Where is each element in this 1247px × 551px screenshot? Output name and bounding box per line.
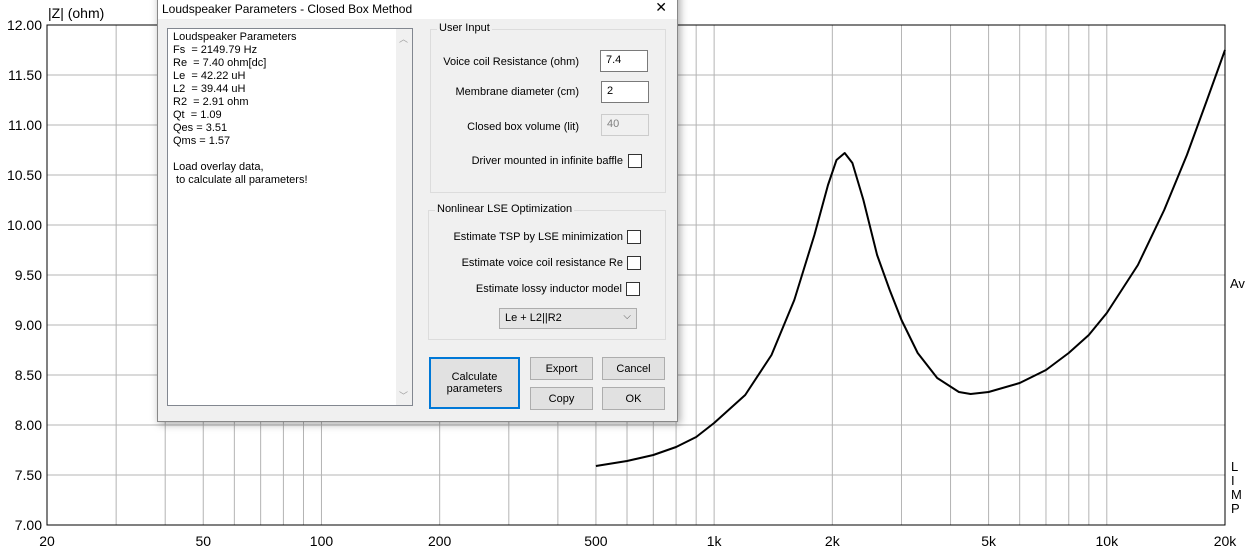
result-line: L2 = 39.44 uH (173, 83, 246, 95)
baffle-label: Driver mounted in infinite baffle (471, 155, 623, 167)
y-tick-label: 7.00 (15, 517, 42, 533)
result-line: to calculate all parameters! (173, 174, 308, 186)
cancel-button[interactable]: Cancel (602, 357, 665, 380)
y-tick-label: 11.50 (8, 67, 42, 83)
y-tick-label: 9.00 (15, 317, 42, 333)
x-tick-label: 2k (825, 533, 841, 549)
group-title: Nonlinear LSE Optimization (435, 203, 575, 215)
estimate-tsp-checkbox[interactable] (627, 230, 641, 244)
voice-coil-resistance-input[interactable]: 7.4 (600, 50, 648, 72)
result-line: Load overlay data, (173, 161, 264, 173)
x-tick-label: 500 (584, 533, 608, 549)
x-tick-label: 1k (707, 533, 723, 549)
ok-button[interactable]: OK (602, 387, 665, 410)
result-line: R2 = 2.91 ohm (173, 96, 249, 108)
result-line: Qms = 1.57 (173, 135, 231, 147)
vertical-scrollbar[interactable]: ︿ ﹀ (396, 29, 412, 405)
selected-model: Le + L2||R2 (505, 312, 562, 324)
result-line: Qes = 3.51 (173, 122, 228, 134)
right-label-av: Av (1230, 276, 1245, 291)
right-label-letter: M (1231, 487, 1242, 502)
result-line: Fs = 2149.79 Hz (173, 44, 258, 56)
result-line: Re = 7.40 ohm[dc] (173, 57, 267, 69)
copy-button[interactable]: Copy (530, 387, 593, 410)
re-estimate-label: Estimate voice coil resistance Re (461, 257, 623, 269)
button-label: Calculate parameters (446, 371, 503, 395)
re-label: Voice coil Resistance (ohm) (443, 56, 579, 68)
results-textbox[interactable]: ︿ ﹀ Loudspeaker Parameters Fs = 2149.79 H… (167, 28, 413, 406)
result-line: Qt = 1.09 (173, 109, 222, 121)
close-icon[interactable]: ✕ (655, 0, 667, 14)
scroll-up-icon[interactable]: ︿ (399, 32, 408, 45)
membrane-diameter-input[interactable]: 2 (601, 81, 649, 103)
right-label-letter: L (1231, 459, 1238, 474)
infinite-baffle-checkbox[interactable] (628, 154, 642, 168)
x-tick-label: 20k (1214, 533, 1238, 549)
lse-group: Nonlinear LSE Optimization Estimate TSP … (428, 203, 666, 340)
title-bar[interactable]: Loudspeaker Parameters - Closed Box Meth… (158, 0, 677, 19)
estimate-re-checkbox[interactable] (627, 256, 641, 270)
x-tick-label: 5k (981, 533, 997, 549)
y-tick-label: 8.50 (15, 367, 42, 383)
calculate-parameters-button[interactable]: Calculate parameters (429, 357, 520, 409)
y-tick-labels: 7.00 7.50 8.00 8.50 9.00 9.50 10.00 10.50 11.00 1… (7, 17, 42, 533)
impedance-curve (595, 49, 1226, 467)
right-label-limp: LIMP (1231, 459, 1242, 516)
export-button[interactable]: Export (530, 357, 593, 380)
lossy-label: Estimate lossy inductor model (475, 283, 622, 295)
y-tick-label: 11.00 (8, 117, 42, 133)
y-tick-label: 8.00 (15, 417, 42, 433)
y-tick-label: 10.50 (7, 167, 42, 183)
lossy-inductor-checkbox[interactable] (626, 282, 640, 296)
right-label-letter: P (1231, 501, 1240, 516)
x-tick-label: 100 (310, 533, 334, 549)
group-title: User Input (437, 22, 492, 34)
result-line: Le = 42.22 uH (173, 70, 246, 82)
y-tick-label: 10.00 (7, 217, 42, 233)
x-tick-label: 10k (1096, 533, 1120, 549)
inductor-model-select[interactable]: Le + L2||R2 ⌵ (499, 308, 637, 329)
dialog-title: Loudspeaker Parameters - Closed Box Meth… (162, 2, 413, 16)
x-tick-label: 200 (428, 533, 452, 549)
tsp-label: Estimate TSP by LSE minimization (453, 231, 623, 243)
chevron-down-icon: ⌵ (623, 311, 631, 322)
x-tick-label: 20 (39, 533, 55, 549)
result-line: Loudspeaker Parameters (173, 31, 297, 43)
y-tick-label: 12.00 (7, 17, 42, 33)
y-tick-label: 9.50 (15, 267, 42, 283)
closed-box-dialog: Loudspeaker Parameters - Closed Box Meth… (157, 0, 678, 422)
user-input-group: User Input Voice coil Resistance (ohm) 7… (430, 22, 666, 193)
x-tick-label: 50 (195, 533, 211, 549)
y-axis-label: |Z| (ohm) (48, 5, 104, 21)
closed-box-volume-input: 40 (601, 114, 649, 136)
diameter-label: Membrane diameter (cm) (455, 86, 579, 98)
right-label-letter: I (1231, 473, 1235, 488)
x-tick-labels: 20 50 100 200 500 1k 2k 5k 10k 20k (39, 533, 1237, 549)
y-tick-label: 7.50 (15, 467, 42, 483)
volume-label: Closed box volume (lit) (467, 121, 579, 133)
scroll-down-icon[interactable]: ﹀ (399, 389, 408, 402)
